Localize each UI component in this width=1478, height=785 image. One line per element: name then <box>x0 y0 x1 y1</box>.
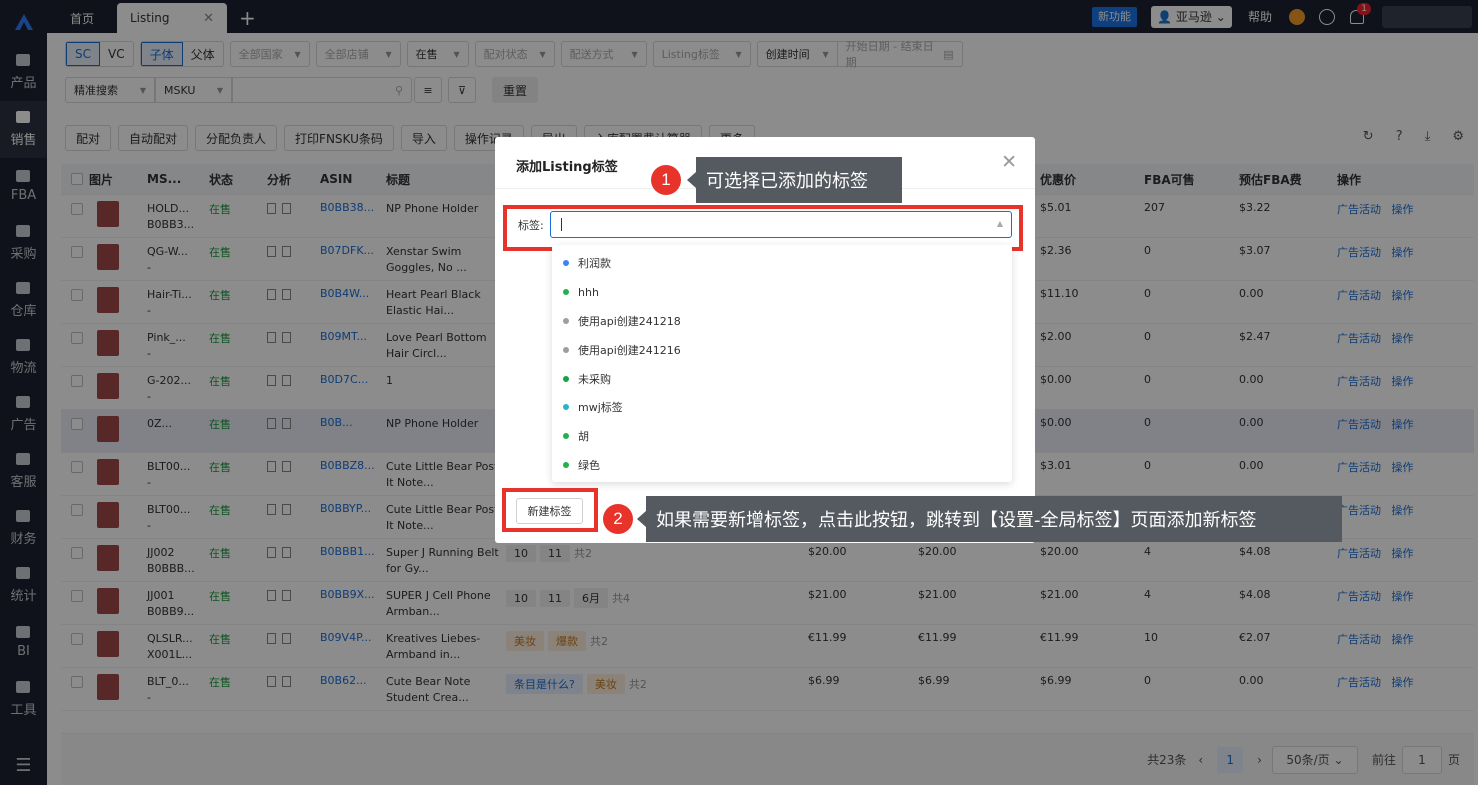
callout-1-number: 1 <box>651 165 681 195</box>
tag-option[interactable]: 未采购 <box>552 364 1012 393</box>
tag-select-input[interactable]: ▲ <box>550 211 1012 238</box>
tag-option-label: 胡 <box>578 430 589 444</box>
text-cursor <box>561 218 562 231</box>
tag-option-label: 利润款 <box>578 257 611 271</box>
tag-color-dot <box>563 433 569 440</box>
tag-option[interactable]: mwj标签 <box>552 393 1012 422</box>
chevron-up-icon: ▲ <box>996 219 1003 228</box>
tag-color-dot <box>563 404 569 411</box>
callout-2-number: 2 <box>603 504 633 534</box>
tag-option-label: 未采购 <box>578 372 611 386</box>
callout-2-text: 如果需要新增标签，点击此按钮，跳转到【设置-全局标签】页面添加新标签 <box>646 496 1342 542</box>
tag-label: 标签: <box>518 219 544 232</box>
tag-dropdown: 利润款 hhh 使用api创建241218 使用api创建241216 未采购 mwj标签… <box>552 245 1012 482</box>
tag-option-label: 使用api创建241218 <box>578 314 681 328</box>
tag-option-label: 绿色 <box>578 458 600 472</box>
tag-option[interactable]: 绿色 <box>552 451 1012 480</box>
callout-2-pointer <box>637 511 646 527</box>
tag-option-label: hhh <box>578 285 599 299</box>
tag-option[interactable]: 使用api创建241218 <box>552 307 1012 336</box>
callout-1-text: 可选择已添加的标签 <box>696 157 902 203</box>
tag-option[interactable]: hhh <box>552 278 1012 307</box>
tag-option-label: mwj标签 <box>578 401 623 415</box>
tag-color-dot <box>563 375 569 382</box>
tag-option[interactable]: 使用api创建241216 <box>552 335 1012 364</box>
tag-option[interactable]: 胡 <box>552 422 1012 451</box>
tag-color-dot <box>563 289 569 296</box>
tag-option-label: 使用api创建241216 <box>578 343 681 357</box>
callout-1-pointer <box>687 172 696 188</box>
new-tag-button[interactable]: 新建标签 <box>516 498 583 524</box>
tag-option[interactable]: 利润款 <box>552 249 1012 278</box>
tag-color-dot <box>563 461 569 468</box>
tag-color-dot <box>563 346 569 353</box>
close-icon[interactable]: ✕ <box>1001 151 1017 173</box>
modal-title: 添加Listing标签 <box>516 160 618 175</box>
tag-color-dot <box>563 317 569 324</box>
tag-color-dot <box>563 260 569 267</box>
